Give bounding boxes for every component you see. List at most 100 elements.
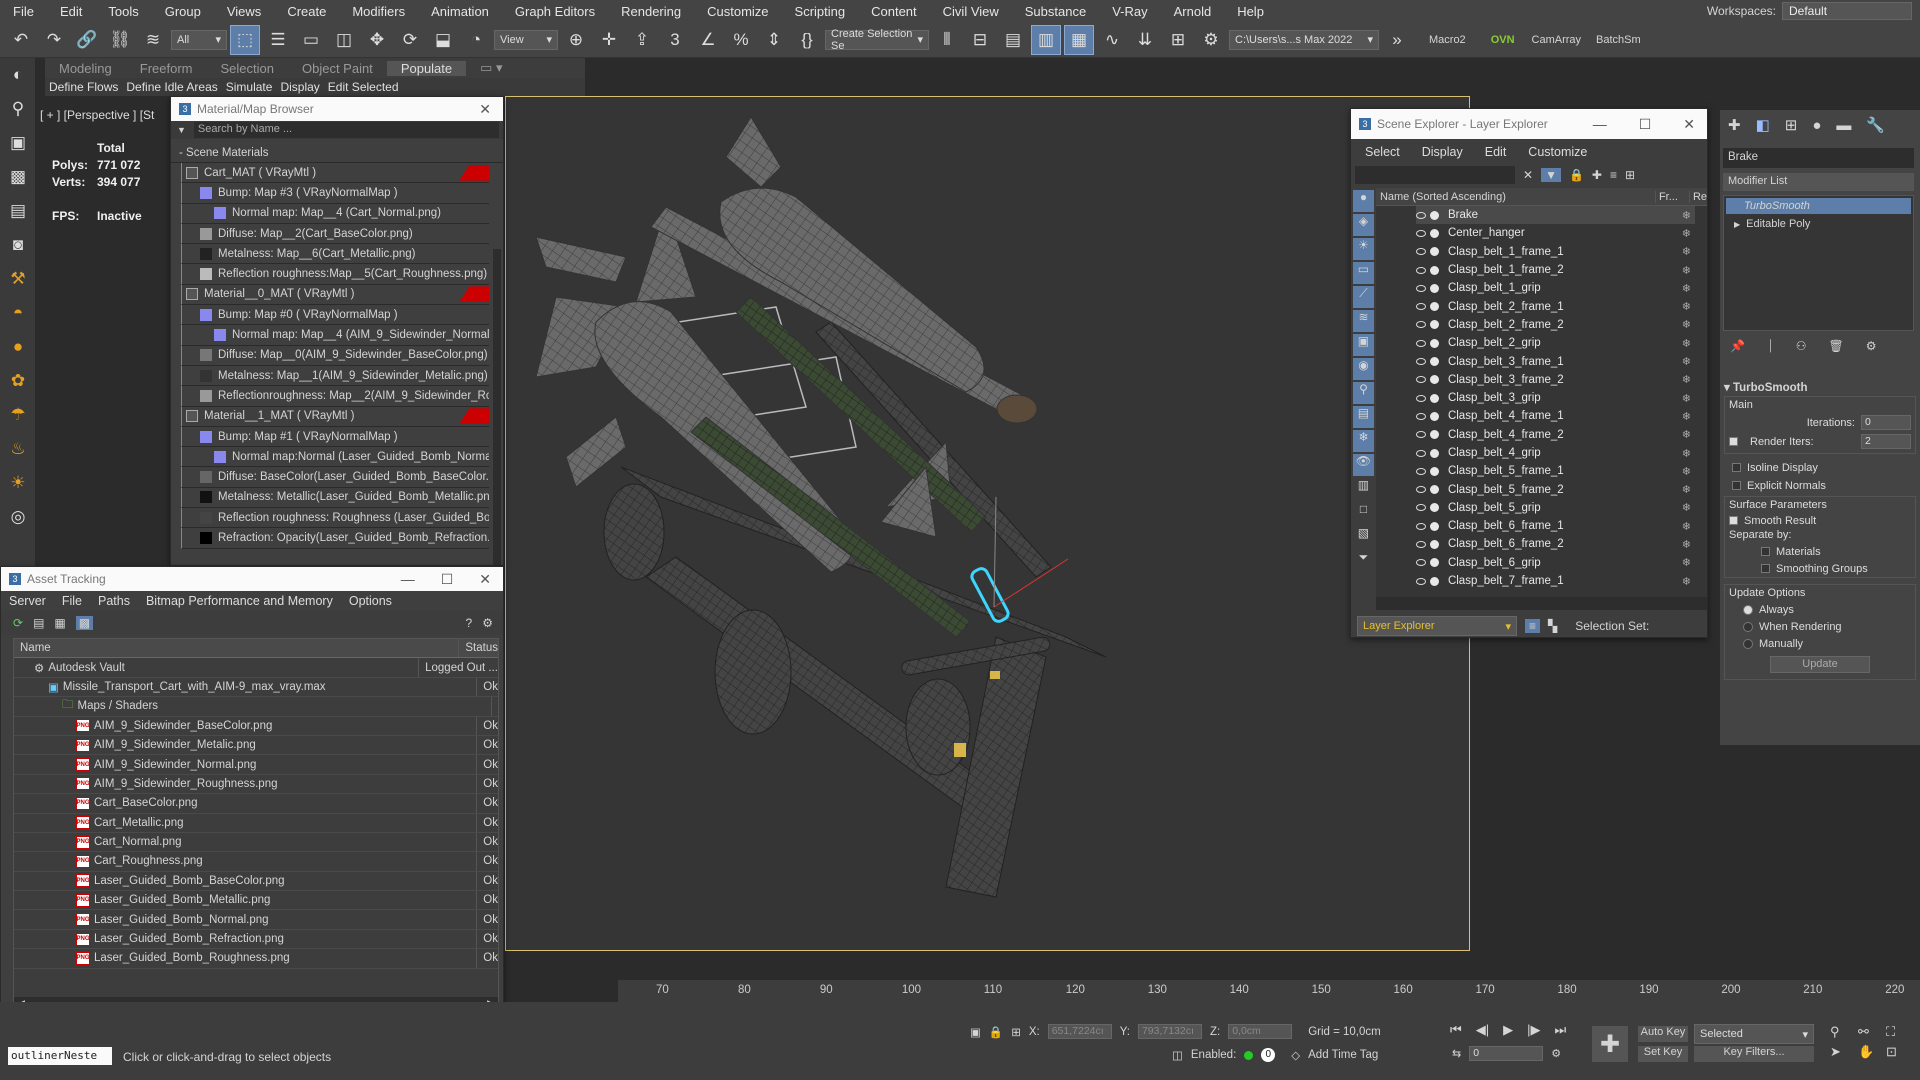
close-icon[interactable]: ✕ [479, 101, 491, 118]
ribbon-tab-object-paint[interactable]: Object Paint [288, 61, 387, 76]
time-config-button-icon[interactable]: ⚙ [1551, 1047, 1561, 1060]
macro-button[interactable]: Macro2 [1429, 34, 1466, 46]
menu-create[interactable]: Create [274, 4, 339, 19]
move-icon[interactable]: ✥ [362, 25, 392, 55]
tag-icon[interactable]: ◇ [1291, 1048, 1300, 1062]
make-unique-icon[interactable]: ⚇ [1796, 339, 1807, 354]
layer-explorer-dropdown[interactable]: Layer Explorer ▾ [1357, 616, 1517, 636]
configure-sets-icon[interactable]: ⚙ [1866, 339, 1877, 354]
x-coord-field[interactable]: 651,7224cı [1047, 1024, 1112, 1039]
map-item[interactable]: Diffuse: BaseColor(Laser_Guided_Bomb_Bas… [181, 467, 489, 488]
menu-group[interactable]: Group [152, 4, 214, 19]
keyboard-shortcut-icon[interactable]: ⇪ [627, 25, 657, 55]
lock-selection-icon[interactable]: 🔒 [989, 1025, 1003, 1039]
display-frozen-icon[interactable]: ❄ [1353, 430, 1374, 452]
freeze-icon[interactable]: ❄ [1682, 300, 1691, 313]
asset-row[interactable]: PNG AIM_9_Sidewinder_Normal.png Ok [14, 755, 498, 775]
sun-icon[interactable]: ☀ [0, 466, 36, 500]
visibility-eye-icon[interactable] [1415, 540, 1426, 548]
link-icon[interactable]: 🔗 [72, 25, 102, 55]
window-crossing-icon[interactable]: ◫ [329, 25, 359, 55]
goto-start-icon[interactable]: ⏮ [1450, 1022, 1462, 1038]
stack-item-turbosmooth[interactable]: TurboSmooth [1726, 198, 1911, 214]
walkthrough-icon[interactable]: ⚲ [0, 92, 36, 126]
filter-icon[interactable]: ▼ [1541, 168, 1561, 182]
redo-icon[interactable]: ↷ [39, 25, 69, 55]
visibility-eye-icon[interactable] [1415, 577, 1426, 585]
freeze-icon[interactable]: ❄ [1682, 337, 1691, 350]
menu-substance[interactable]: Substance [1012, 4, 1099, 19]
menu-tools[interactable]: Tools [95, 4, 151, 19]
menu-edit[interactable]: Edit [47, 4, 95, 19]
map-item[interactable]: Metalness: Map__1(AIM_9_Sidewinder_Metal… [181, 365, 489, 387]
scene-object-row[interactable]: Clasp_belt_2_frame_2 ❄ [1415, 316, 1695, 334]
menu-animation[interactable]: Animation [418, 4, 502, 19]
mat-search-input[interactable]: Search by Name ... [193, 122, 499, 138]
freeze-icon[interactable]: ❄ [1682, 501, 1691, 514]
auto-key-button[interactable]: Auto Key [1638, 1026, 1688, 1042]
select-manipulate-icon[interactable]: ✛ [594, 25, 624, 55]
scene-object-row[interactable]: Clasp_belt_7_frame_1 ❄ [1415, 572, 1695, 590]
freeze-icon[interactable]: ❄ [1682, 355, 1691, 368]
z-coord-field[interactable]: 0,0cm [1228, 1024, 1293, 1039]
current-frame-field[interactable]: 0 [1469, 1046, 1544, 1061]
se-menu-customize[interactable]: Customize [1528, 145, 1587, 159]
menu-v-ray[interactable]: V-Ray [1099, 4, 1160, 19]
display-xrefs-icon[interactable]: ◉ [1353, 358, 1374, 380]
smooth-result-checkbox[interactable] [1729, 516, 1738, 526]
settings-icon[interactable]: ⚙ [482, 616, 493, 630]
material-item[interactable]: Cart_MAT ( VRayMtl ) [181, 163, 489, 184]
visibility-eye-icon[interactable] [1415, 284, 1426, 292]
prev-frame-icon[interactable]: ◀| [1476, 1022, 1489, 1038]
project-path-dropdown[interactable]: C:\Users\s...s Max 2022 ▾ [1229, 29, 1379, 50]
lamp-icon[interactable]: ☂ [0, 398, 36, 432]
key-mode-icon[interactable]: ⇆ [1452, 1047, 1461, 1060]
menu-scripting[interactable]: Scripting [782, 4, 859, 19]
map-item[interactable]: Diffuse: Map__2(Cart_BaseColor.png) [181, 223, 489, 245]
display-invert-icon[interactable]: ▧ [1353, 526, 1374, 548]
fov-icon[interactable]: ➤ [1830, 1044, 1854, 1060]
minimize-icon[interactable]: — [1593, 116, 1607, 133]
clear-search-icon[interactable]: ✕ [1523, 168, 1533, 182]
options-arrow-icon[interactable]: ▼ [177, 125, 186, 135]
more-icon[interactable]: » [1382, 25, 1412, 55]
visibility-eye-icon[interactable] [1415, 321, 1426, 329]
visibility-eye-icon[interactable] [1415, 376, 1426, 384]
rotate-icon[interactable]: ⟳ [395, 25, 425, 55]
orbit-icon[interactable]: ◐ [0, 58, 36, 92]
hierarchy-tab-icon[interactable]: ⊞ [1785, 116, 1798, 134]
freeze-icon[interactable]: ❄ [1682, 209, 1691, 222]
ribbon-options-icon[interactable]: ▭ ▾ [466, 60, 516, 76]
timeline-ruler[interactable]: 70 80 90 100 110 120 130 140 150 160 170 180 190 200 2… [618, 980, 1920, 1002]
map-item[interactable]: Bump: Map #0 ( VRayNormalMap ) [181, 305, 489, 326]
display-hidden-icon[interactable]: 👁 [1353, 454, 1374, 476]
map-item[interactable]: Normal map: Map__4 (AIM_9_Sidewinder_Nor… [181, 325, 489, 346]
hierarchy-icon[interactable]: ⊞ [1625, 168, 1635, 182]
ribbon-icon[interactable]: ▤ [0, 194, 36, 228]
freeze-icon[interactable]: ❄ [1682, 227, 1691, 240]
display-tab-icon[interactable]: ▬ [1836, 117, 1851, 134]
freeze-icon[interactable]: ❄ [1682, 575, 1691, 588]
visibility-eye-icon[interactable] [1415, 504, 1426, 512]
thumbnail-icon[interactable]: ▦ [54, 616, 65, 630]
align-icon[interactable]: ⊟ [965, 25, 995, 55]
workspaces-dropdown[interactable]: Default [1782, 2, 1912, 20]
col-status-header[interactable]: Status [458, 639, 498, 658]
scene-materials-header[interactable]: - Scene Materials [171, 143, 503, 163]
scene-object-row[interactable]: Clasp_belt_4_frame_1 ❄ [1415, 407, 1695, 425]
visibility-eye-icon[interactable] [1415, 412, 1426, 420]
time-config-icon[interactable]: ◫ [1172, 1048, 1183, 1062]
explicit-normals-checkbox[interactable] [1732, 481, 1741, 491]
pan-icon[interactable]: ✋ [1858, 1044, 1882, 1060]
expand-arrow-icon[interactable]: ▶ [1734, 220, 1740, 229]
visibility-eye-icon[interactable] [1415, 522, 1426, 530]
key-set-dropdown[interactable]: Selected ▾ [1694, 1024, 1814, 1044]
scene-object-row[interactable]: Clasp_belt_2_frame_1 ❄ [1415, 297, 1695, 315]
curve-editor-icon[interactable]: ∿ [1097, 25, 1127, 55]
asset-row[interactable]: ⚙ Autodesk Vault Logged Out ... [14, 658, 498, 678]
visibility-eye-icon[interactable] [1415, 303, 1426, 311]
map-item[interactable]: Reflection roughness:Map__5(Cart_Roughne… [181, 264, 489, 285]
show-end-result-icon[interactable]: ⏐ [1767, 339, 1774, 354]
freeze-icon[interactable]: ❄ [1682, 392, 1691, 405]
pin-stack-icon[interactable]: 📌 [1730, 339, 1745, 354]
